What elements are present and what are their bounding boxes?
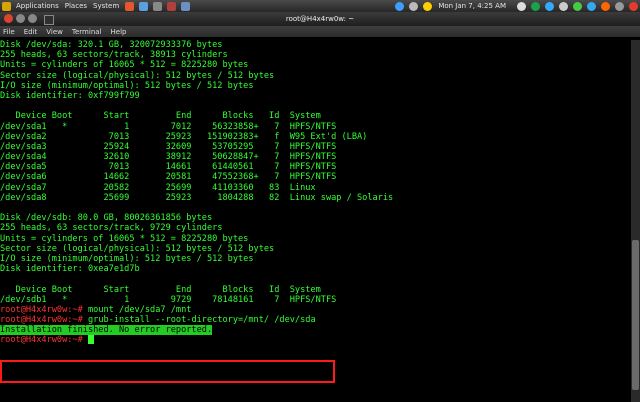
places-menu[interactable]: Places [65,2,87,10]
user-icon[interactable] [615,1,624,11]
terminal-line: /dev/sda5 7013 14661 61440561 7 HPFS/NTF… [0,162,337,173]
network-icon[interactable] [395,1,405,11]
terminal-scrollbar[interactable] [631,40,640,402]
window-controls [4,14,40,23]
menu-view[interactable]: View [46,28,63,36]
terminal-line: I/O size (minimum/optimal): 512 bytes / … [0,253,254,264]
command-line: root@H4x4rw0w:~# mount /dev/sda7 /mnt [0,305,630,315]
firefox-icon[interactable] [125,1,135,11]
scrollbar-thumb[interactable] [632,240,639,390]
keyboard-icon[interactable] [559,1,568,11]
terminal-line: Disk identifier: 0xf799f799 [0,90,140,101]
applications-menu[interactable]: Applications [2,1,59,11]
terminal-launcher-icon[interactable] [153,1,163,11]
battery-icon[interactable] [531,1,540,11]
terminal-line: I/O size (minimum/optimal): 512 bytes / … [0,80,254,91]
distro-logo-icon [2,1,11,11]
success-line: Installation finished. No error reported… [0,325,630,336]
annotation-box [0,360,335,383]
terminal-line: 255 heads, 63 sectors/track, 38913 cylin… [0,50,228,61]
window-title: root@H4x4rw0w: ~ [285,15,355,23]
mail-notify-icon[interactable] [423,1,433,11]
menubar: File Edit View Terminal Help [0,26,640,37]
menu-help[interactable]: Help [111,28,127,36]
power-icon[interactable] [629,1,638,11]
terminal-line: Sector size (logical/physical): 512 byte… [0,70,275,81]
command-line: root@H4x4rw0w:~# [0,335,630,345]
menu-file[interactable]: File [3,28,15,36]
terminal-line: /dev/sda7 20582 25699 41103360 83 Linux [0,182,316,193]
terminal-line: Sector size (logical/physical): 512 byte… [0,243,275,254]
app-launcher-icon[interactable] [167,1,177,11]
shell-prompt: root@H4x4rw0w:~# [0,304,83,315]
terminal-line: /dev/sda4 32610 38912 50628847+ 7 HPFS/N… [0,152,337,163]
terminal-line: Disk /dev/sda: 320.1 GB, 320072933376 by… [0,40,223,50]
cursor [87,335,94,345]
menu-terminal[interactable]: Terminal [72,28,102,36]
shutdown-icon[interactable] [517,1,526,11]
minimize-icon[interactable] [16,14,25,23]
command-line: root@H4x4rw0w:~# grub-install --root-dir… [0,315,630,325]
panel-clock[interactable]: Mon Jan 7, 4:25 AM [438,2,506,10]
shell-prompt: root@H4x4rw0w:~# [0,315,83,326]
close-icon[interactable] [4,14,13,23]
system-menu[interactable]: System [93,2,119,10]
terminal-line: /dev/sda1 * 1 7012 56323858+ 7 HPFS/NTFS [0,121,337,132]
menu-edit[interactable]: Edit [24,28,38,36]
terminal-line: 255 heads, 63 sectors/track, 9729 cylind… [0,223,223,234]
terminal-line: Disk identifier: 0xea7e1d7b [0,264,140,275]
terminal-window-icon [44,15,54,25]
system-menu-label: System [93,2,120,10]
files-launcher-icon[interactable] [181,1,191,11]
terminal-line: Device Boot Start End Blocks Id System [0,284,321,295]
window-titlebar[interactable]: root@H4x4rw0w: ~ [0,12,640,26]
volume-icon[interactable] [409,1,419,11]
skype-icon[interactable] [587,1,596,11]
terminal-line: Device Boot Start End Blocks Id System [0,111,321,122]
applications-menu-label: Applications [16,2,59,10]
places-menu-label: Places [64,2,88,10]
terminal-output[interactable]: Disk /dev/sda: 320.1 GB, 320072933376 by… [0,40,630,402]
updates-icon[interactable] [601,1,610,11]
shell-prompt: root@H4x4rw0w:~# [0,335,83,346]
terminal-line: Disk /dev/sdb: 80.0 GB, 80026361856 byte… [0,213,213,224]
terminal-line: /dev/sdb1 * 1 9729 78148161 7 HPFS/NTFS [0,294,337,305]
maximize-icon[interactable] [28,14,37,23]
command-text: grub-install --root-directory=/mnt/ /dev… [82,315,316,326]
indicator-icon[interactable] [573,1,582,11]
terminal-line: /dev/sda6 14662 20581 47552368+ 7 HPFS/N… [0,172,337,183]
terminal-line: Units = cylinders of 16065 * 512 = 82252… [0,60,249,71]
top-panel: Applications Places System Mon Jan 7, 4:… [0,0,640,12]
mail-icon[interactable] [139,1,149,11]
terminal-line: /dev/sda8 25699 25923 1804288 82 Linux s… [0,192,394,203]
success-message: Installation finished. No error reported… [0,325,213,336]
terminal-line: Units = cylinders of 16065 * 512 = 82252… [0,233,249,244]
chat-icon[interactable] [545,1,554,11]
terminal-line: /dev/sda2 7013 25923 151902383+ f W95 Ex… [0,131,368,142]
terminal-line: /dev/sda3 25924 32609 53705295 7 HPFS/NT… [0,141,337,152]
command-text: mount /dev/sda7 /mnt [82,304,192,315]
